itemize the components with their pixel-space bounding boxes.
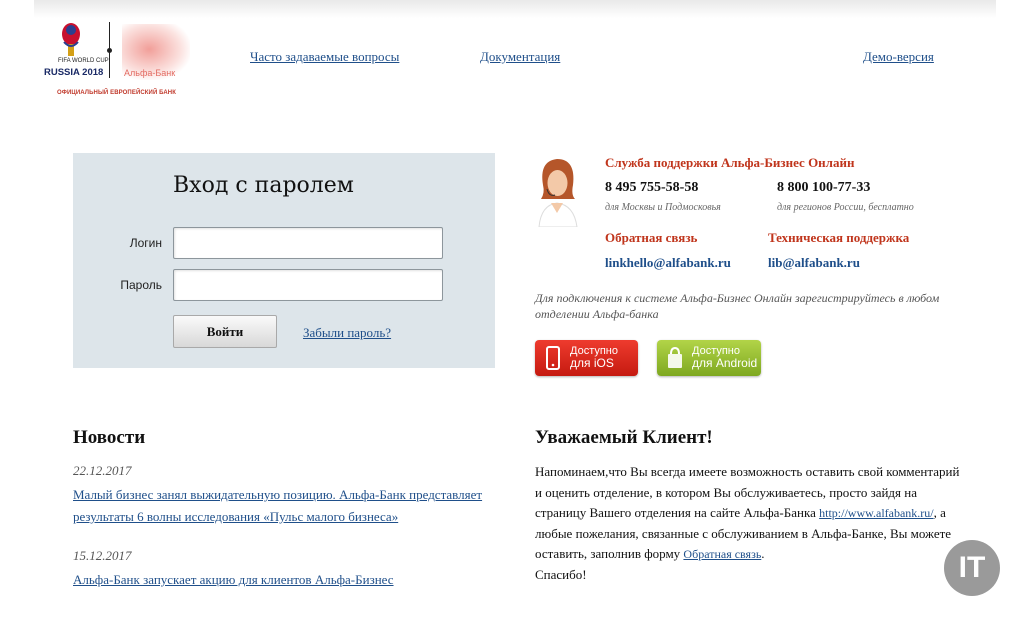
ios-app-button[interactable]: Доступно для iOS xyxy=(535,340,638,376)
phone-regions-note: для регионов России, бесплатно xyxy=(777,202,914,213)
bank-name: Альфа-Банк xyxy=(124,68,176,78)
world-cup-small-text: FIFA WORLD CUP xyxy=(58,58,109,64)
tech-support-title: Техническая поддержка xyxy=(768,230,910,245)
news-date: 15.12.2017 xyxy=(73,548,132,563)
news-link[interactable]: Малый бизнес занял выжидательную позицию… xyxy=(73,484,493,528)
news-title: Новости xyxy=(73,427,146,448)
top-shadow-bar xyxy=(34,0,996,18)
feedback-form-link[interactable]: Обратная связь xyxy=(683,547,761,561)
password-input[interactable] xyxy=(173,269,443,301)
connect-note: Для подключения к системе Альфа-Бизнес О… xyxy=(535,291,940,321)
world-cup-emblem-icon xyxy=(62,23,80,56)
client-thanks: Спасибо! xyxy=(535,566,587,582)
tech-support-email-link[interactable]: lib@alfabank.ru xyxy=(768,255,860,271)
shopping-bag-icon xyxy=(668,346,682,368)
support-title: Служба поддержки Альфа-Бизнес Онлайн xyxy=(605,155,855,170)
it-watermark-badge: IT xyxy=(944,540,1000,596)
nav-link-docs[interactable]: Документация xyxy=(480,49,560,65)
logo-divider-dot xyxy=(107,48,112,53)
login-panel: Вход с паролем Логин Пароль Войти Забыли… xyxy=(73,153,495,368)
world-cup-text: RUSSIA 2018 xyxy=(44,67,104,78)
phone-moscow-note: для Москвы и Подмосковья xyxy=(605,202,721,213)
ios-line-2: для iOS xyxy=(570,356,614,370)
news-date: 22.12.2017 xyxy=(73,463,132,478)
forgot-password-link[interactable]: Забыли пароль? xyxy=(303,325,391,341)
logo[interactable]: FIFA WORLD CUP RUSSIA 2018 Альфа-Банк ОФ… xyxy=(44,20,194,100)
client-title: Уважаемый Клиент! xyxy=(535,427,713,448)
login-label: Логин xyxy=(129,236,162,250)
logo-subtitle: ОФИЦИАЛЬНЫЙ ЕВРОПЕЙСКИЙ БАНК xyxy=(57,90,176,96)
nav-link-demo[interactable]: Демо-версия xyxy=(863,49,934,65)
android-line-2: для Android xyxy=(692,356,758,370)
phone-icon xyxy=(546,346,560,370)
support-agent-avatar-icon xyxy=(538,159,578,227)
client-message: Напоминаем,что Вы всегда имеете возможно… xyxy=(535,462,960,585)
phone-moscow: 8 495 755-58-58 xyxy=(605,180,699,195)
branch-site-link[interactable]: http://www.alfabank.ru/ xyxy=(819,506,934,520)
client-text-part-3: . xyxy=(761,546,765,561)
login-input[interactable] xyxy=(173,227,443,259)
feedback-email-link[interactable]: linkhello@alfabank.ru xyxy=(605,255,731,271)
password-label: Пароль xyxy=(120,278,162,292)
login-button[interactable]: Войти xyxy=(173,315,277,348)
phone-regions: 8 800 100-77-33 xyxy=(777,180,871,195)
news-link[interactable]: Альфа-Банк запускает акцию для клиентов … xyxy=(73,569,493,591)
feedback-title: Обратная связь xyxy=(605,230,698,245)
login-title: Вход с паролем xyxy=(173,173,354,198)
nav-link-faq[interactable]: Часто задаваемые вопросы xyxy=(250,49,399,65)
android-app-button[interactable]: Доступно для Android xyxy=(657,340,761,376)
